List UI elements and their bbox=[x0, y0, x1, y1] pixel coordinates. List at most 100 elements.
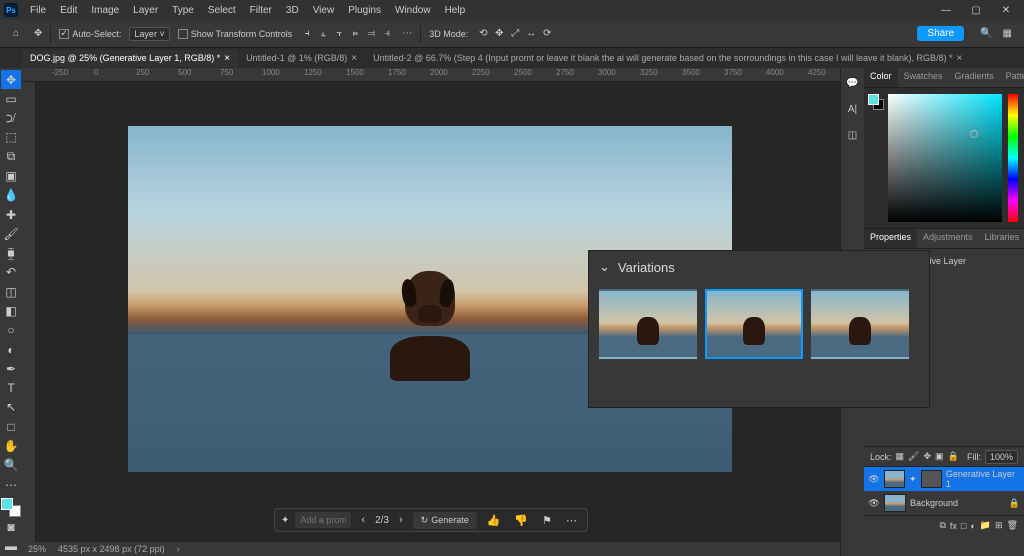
align-left-icon[interactable]: ⫞ bbox=[300, 28, 314, 39]
visibility-icon[interactable]: 👁 bbox=[868, 498, 880, 509]
adjustments-tab[interactable]: Adjustments bbox=[917, 229, 979, 248]
document-tab-0[interactable]: DOG.jpg @ 25% (Generative Layer 1, RGB/8… bbox=[22, 50, 238, 67]
menu-window[interactable]: Window bbox=[389, 3, 437, 18]
edit-toolbar[interactable]: ⋯ bbox=[1, 475, 21, 494]
glyphs-panel-icon[interactable]: A| bbox=[844, 100, 862, 118]
delete-layer-icon[interactable]: 🗑 bbox=[1007, 520, 1018, 531]
layer-name[interactable]: Background bbox=[910, 498, 958, 508]
prompt-input[interactable] bbox=[295, 512, 351, 528]
blur-tool[interactable]: ○ bbox=[1, 321, 21, 340]
document-tab-1[interactable]: Untitled-1 @ 1% (RGB/8)× bbox=[238, 50, 365, 67]
history-brush-tool[interactable]: ↶ bbox=[1, 263, 21, 282]
marquee-tool[interactable]: ▭ bbox=[1, 89, 21, 108]
document-tab-2[interactable]: Untitled-2 @ 66.7% (Step 4 (Input promt … bbox=[365, 50, 970, 67]
align-bottom-icon[interactable]: ⫣ bbox=[380, 28, 394, 39]
lock-icon[interactable]: 🔒 bbox=[1009, 498, 1020, 509]
dolly-icon[interactable]: ⤢ bbox=[508, 28, 522, 39]
rotate-icon[interactable]: ⟳ bbox=[540, 28, 554, 39]
screenmode-tool[interactable]: ▬ bbox=[1, 537, 21, 556]
new-layer-icon[interactable]: ⊞ bbox=[995, 520, 1003, 531]
gradient-tool[interactable]: ◧ bbox=[1, 301, 21, 320]
pen-tool[interactable]: ✒ bbox=[1, 359, 21, 378]
path-select-tool[interactable]: ↖ bbox=[1, 398, 21, 417]
healing-tool[interactable]: ✚ bbox=[1, 205, 21, 224]
menu-filter[interactable]: Filter bbox=[244, 3, 278, 18]
picker-cursor[interactable] bbox=[970, 130, 978, 138]
properties-tab[interactable]: Properties bbox=[864, 229, 917, 248]
crop-tool[interactable]: ⧉ bbox=[1, 147, 21, 166]
hue-slider[interactable] bbox=[1008, 94, 1018, 222]
lock-artboard-icon[interactable]: ▣ bbox=[935, 451, 944, 462]
color-tab[interactable]: Color bbox=[864, 68, 898, 87]
adjustment-layer-icon[interactable]: ◐ bbox=[970, 521, 975, 531]
foreground-color-swatch[interactable] bbox=[1, 498, 13, 510]
close-tab-icon[interactable]: × bbox=[224, 53, 230, 64]
visibility-icon[interactable]: 👁 bbox=[868, 474, 880, 485]
object-select-tool[interactable]: ⬚ bbox=[1, 128, 21, 147]
dodge-tool[interactable]: ◐ bbox=[1, 340, 21, 359]
share-button[interactable]: Share bbox=[917, 26, 964, 41]
swatches-tab[interactable]: Swatches bbox=[898, 68, 949, 87]
brush-tool[interactable]: 🖌 bbox=[1, 224, 21, 243]
menu-help[interactable]: Help bbox=[439, 3, 472, 18]
frame-tool[interactable]: ▣ bbox=[1, 166, 21, 185]
variation-thumb-2[interactable] bbox=[811, 289, 909, 359]
type-tool[interactable]: T bbox=[1, 379, 21, 398]
search-icon[interactable]: 🔍 bbox=[980, 28, 992, 39]
gradients-tab[interactable]: Gradients bbox=[949, 68, 1000, 87]
show-transform-checkbox[interactable]: Show Transform Controls bbox=[178, 29, 293, 39]
comments-panel-icon[interactable]: 💬 bbox=[844, 74, 862, 92]
eyedropper-tool[interactable]: 💧 bbox=[1, 186, 21, 205]
next-variation-icon[interactable]: › bbox=[395, 512, 407, 528]
mask-thumbnail[interactable] bbox=[921, 470, 942, 488]
prev-variation-icon[interactable]: ‹ bbox=[357, 512, 369, 528]
zoom-level[interactable]: 25% bbox=[28, 544, 46, 554]
color-swatches[interactable] bbox=[1, 498, 21, 517]
menu-layer[interactable]: Layer bbox=[127, 3, 164, 18]
eraser-tool[interactable]: ◫ bbox=[1, 282, 21, 301]
link-layers-icon[interactable]: ⧉ bbox=[939, 520, 945, 531]
libraries-tab[interactable]: Libraries bbox=[979, 229, 1024, 248]
more-icon[interactable]: ⋯ bbox=[562, 512, 581, 529]
close-button[interactable]: ✕ bbox=[992, 1, 1020, 19]
fill-dropdown[interactable]: 100% bbox=[985, 450, 1018, 464]
menu-view[interactable]: View bbox=[307, 3, 341, 18]
auto-select-dropdown[interactable]: Layer ˅ bbox=[129, 27, 169, 41]
layer-name[interactable]: Generative Layer 1 bbox=[946, 469, 1020, 489]
align-right-icon[interactable]: ⫟ bbox=[332, 28, 346, 39]
zoom-tool[interactable]: 🔍 bbox=[1, 456, 21, 475]
workspace-icon[interactable]: ▦ bbox=[1003, 28, 1012, 39]
close-tab-icon[interactable]: × bbox=[957, 53, 963, 64]
align-center-h-icon[interactable]: ⫠ bbox=[316, 28, 330, 39]
layer-thumbnail[interactable] bbox=[884, 494, 906, 512]
flag-icon[interactable]: ⚑ bbox=[538, 512, 556, 529]
minimize-button[interactable]: — bbox=[932, 1, 960, 19]
variation-thumb-0[interactable] bbox=[599, 289, 697, 359]
align-middle-icon[interactable]: ⫤ bbox=[364, 28, 378, 39]
align-top-icon[interactable]: ⫢ bbox=[348, 28, 362, 39]
hand-tool[interactable]: ✋ bbox=[1, 436, 21, 455]
patterns-tab[interactable]: Patterns bbox=[1000, 68, 1024, 87]
lock-all-icon[interactable]: 🔒 bbox=[948, 451, 959, 462]
layer-mask-icon[interactable]: □ bbox=[961, 521, 966, 531]
menu-select[interactable]: Select bbox=[202, 3, 242, 18]
slide-icon[interactable]: ↔ bbox=[524, 28, 538, 39]
thumbs-down-icon[interactable]: 👎 bbox=[510, 512, 532, 529]
group-icon[interactable]: 📁 bbox=[980, 520, 991, 531]
lock-pixels-icon[interactable]: 🖌 bbox=[908, 451, 919, 462]
thumbs-up-icon[interactable]: 👍 bbox=[483, 512, 505, 529]
shape-tool[interactable]: □ bbox=[1, 417, 21, 436]
auto-select-checkbox[interactable]: Auto-Select: bbox=[59, 29, 121, 39]
menu-type[interactable]: Type bbox=[166, 3, 200, 18]
libraries-panel-icon[interactable]: ◫ bbox=[844, 126, 862, 144]
lasso-tool[interactable]: ⟉ bbox=[1, 109, 21, 128]
saturation-brightness-field[interactable] bbox=[888, 94, 1002, 222]
variation-thumb-1[interactable] bbox=[705, 289, 803, 359]
layer-row-0[interactable]: 👁 ✦ Generative Layer 1 bbox=[864, 467, 1024, 491]
lock-position-icon[interactable]: ✥ bbox=[923, 451, 931, 462]
layer-row-1[interactable]: 👁 Background 🔒 bbox=[864, 491, 1024, 515]
layer-style-icon[interactable]: fx bbox=[950, 521, 957, 531]
quickmask-tool[interactable]: ◙ bbox=[1, 517, 21, 536]
current-colors[interactable] bbox=[868, 94, 884, 110]
menu-plugins[interactable]: Plugins bbox=[342, 3, 387, 18]
